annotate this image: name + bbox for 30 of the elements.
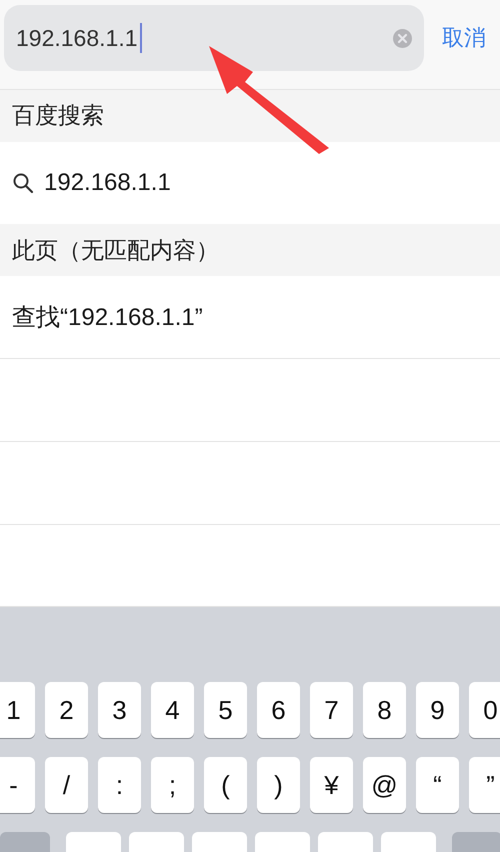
search-field[interactable]: 192.168.1.1 (4, 5, 424, 72)
key[interactable]: / (45, 757, 88, 814)
key[interactable]: 5 (204, 682, 247, 738)
key[interactable]: ” (469, 757, 500, 814)
find-on-page-item[interactable]: 查找“192.168.1.1” (0, 276, 500, 360)
text-cursor (140, 23, 142, 54)
key[interactable]: 2 (45, 682, 88, 738)
key[interactable]: 0 (469, 682, 500, 738)
key[interactable]: ( (204, 757, 247, 814)
key[interactable]: ) (257, 757, 300, 814)
key[interactable]: 6 (257, 682, 300, 738)
key[interactable]: ¥ (310, 757, 353, 814)
section-header: 此页（无匹配内容） (0, 224, 500, 276)
key[interactable]: 7 (310, 682, 353, 738)
key[interactable]: ; (151, 757, 194, 814)
key[interactable]: 9 (416, 682, 459, 738)
key[interactable]: 8 (363, 682, 406, 738)
key[interactable]: 1 (0, 682, 35, 738)
suggestion-text: 192.168.1.1 (44, 169, 171, 198)
key[interactable]: 4 (151, 682, 194, 738)
search-icon (12, 172, 34, 194)
key[interactable]: 3 (98, 682, 141, 738)
key[interactable]: : (98, 757, 141, 814)
clear-icon[interactable] (393, 28, 412, 48)
search-suggestion[interactable]: 192.168.1.1 (0, 142, 500, 224)
key[interactable]: - (0, 757, 35, 814)
key[interactable]: “ (416, 757, 459, 814)
cancel-button[interactable]: 取消 (442, 23, 486, 54)
section-header: 百度搜索 (0, 90, 500, 142)
key[interactable]: @ (363, 757, 406, 814)
